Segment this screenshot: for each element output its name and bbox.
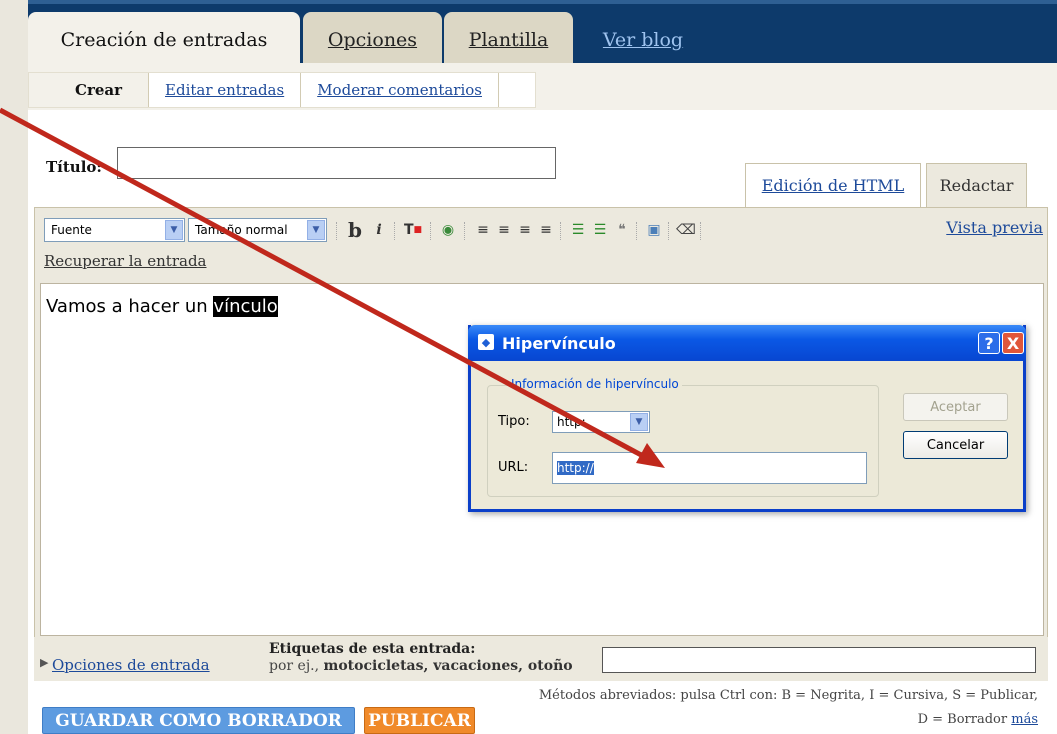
subtab-edit-posts[interactable]: Editar entradas xyxy=(149,73,302,107)
blockquote-icon[interactable]: ❝ xyxy=(612,220,632,240)
cancel-button[interactable]: Cancelar xyxy=(903,431,1008,459)
post-body-text: Vamos a hacer un vínculo xyxy=(46,296,278,317)
toolbar-divider xyxy=(430,222,431,240)
tab-html-edit[interactable]: Edición de HTML xyxy=(745,163,921,207)
hyperlink-info-group: Información de hipervínculo Tipo: http: … xyxy=(487,377,879,497)
labels-input[interactable] xyxy=(602,647,1036,673)
align-center-icon[interactable]: ≡ xyxy=(494,220,514,240)
labels-title: Etiquetas de esta entrada: xyxy=(269,641,476,657)
chevron-down-icon: ▼ xyxy=(165,220,183,240)
sub-nav-tabs: Crear Editar entradas Moderar comentario… xyxy=(28,72,536,108)
help-button[interactable]: ? xyxy=(978,332,1000,354)
italic-icon[interactable]: i xyxy=(369,220,389,240)
toolbar-divider xyxy=(394,222,395,240)
left-margin xyxy=(0,0,28,734)
tab-compose[interactable]: Redactar xyxy=(926,163,1027,207)
toolbar-divider xyxy=(668,222,669,240)
subtab-moderate-comments[interactable]: Moderar comentarios xyxy=(301,73,499,107)
toolbar-divider xyxy=(636,222,637,240)
more-shortcuts-link[interactable]: más xyxy=(1011,712,1038,727)
link-icon[interactable]: ◉ xyxy=(438,220,458,240)
shortcuts-hint: Métodos abreviados: pulsa Ctrl con: B = … xyxy=(538,688,1038,727)
url-input[interactable]: http:// xyxy=(552,452,867,484)
numbered-list-icon[interactable]: ☰ xyxy=(568,220,588,240)
publish-button[interactable]: PUBLICAR xyxy=(364,707,475,734)
font-select[interactable]: Fuente ▼ xyxy=(44,218,185,242)
tab-options[interactable]: Opciones xyxy=(303,12,442,67)
tab-view-blog[interactable]: Ver blog xyxy=(583,12,703,67)
toolbar-divider xyxy=(464,222,465,240)
bullet-list-icon[interactable]: ☰ xyxy=(590,220,610,240)
tab-create-posts[interactable]: Creación de entradas xyxy=(28,12,300,67)
toolbar-divider xyxy=(336,222,337,240)
image-icon[interactable]: ▣ xyxy=(644,220,664,240)
url-label: URL: xyxy=(498,460,529,475)
title-label: Título: xyxy=(46,158,102,176)
top-nav-bar: Creación de entradas Opciones Plantilla … xyxy=(28,0,1057,67)
group-legend: Información de hipervínculo xyxy=(508,377,682,391)
size-select[interactable]: Tamaño normal ▼ xyxy=(188,218,327,242)
dialog-title-bar[interactable]: ◆ Hipervínculo ? X xyxy=(468,325,1026,361)
toolbar-divider xyxy=(700,222,701,240)
chevron-down-icon: ▼ xyxy=(630,413,648,431)
title-input[interactable] xyxy=(117,147,556,179)
bold-icon[interactable]: b xyxy=(345,218,365,242)
subtab-create[interactable]: Crear xyxy=(29,73,150,107)
link-icon: ◆ xyxy=(478,334,494,350)
chevron-down-icon: ▼ xyxy=(307,220,325,240)
preview-link[interactable]: Vista previa xyxy=(946,218,1043,237)
post-options-link[interactable]: ▶ Opciones de entrada xyxy=(40,656,210,674)
align-left-icon[interactable]: ≡ xyxy=(473,220,493,240)
labels-hint: por ej., motocicletas, vacaciones, otoño xyxy=(269,658,573,674)
align-justify-icon[interactable]: ≡ xyxy=(536,220,556,240)
toolbar-divider xyxy=(560,222,561,240)
hyperlink-dialog: ◆ Hipervínculo ? X Información de hiperv… xyxy=(468,325,1026,512)
type-select[interactable]: http: ▼ xyxy=(552,411,650,433)
text-color-icon[interactable]: T ■ xyxy=(403,220,423,240)
format-toolbar: Fuente ▼ Tamaño normal ▼ b i T ■ ◉ ≡ ≡ ≡ … xyxy=(42,214,1042,246)
type-label: Tipo: xyxy=(498,414,530,429)
close-button[interactable]: X xyxy=(1002,332,1024,354)
align-right-icon[interactable]: ≡ xyxy=(515,220,535,240)
blogger-editor: Creación de entradas Opciones Plantilla … xyxy=(0,0,1057,734)
eraser-icon[interactable]: ⌫ xyxy=(676,220,696,240)
tab-template[interactable]: Plantilla xyxy=(444,12,573,67)
triangle-right-icon: ▶ xyxy=(40,656,49,669)
ok-button[interactable]: Aceptar xyxy=(903,393,1008,421)
recover-post-link[interactable]: Recuperar la entrada xyxy=(44,252,207,270)
save-draft-button[interactable]: GUARDAR COMO BORRADOR xyxy=(42,707,355,734)
selected-text: vínculo xyxy=(213,296,278,317)
